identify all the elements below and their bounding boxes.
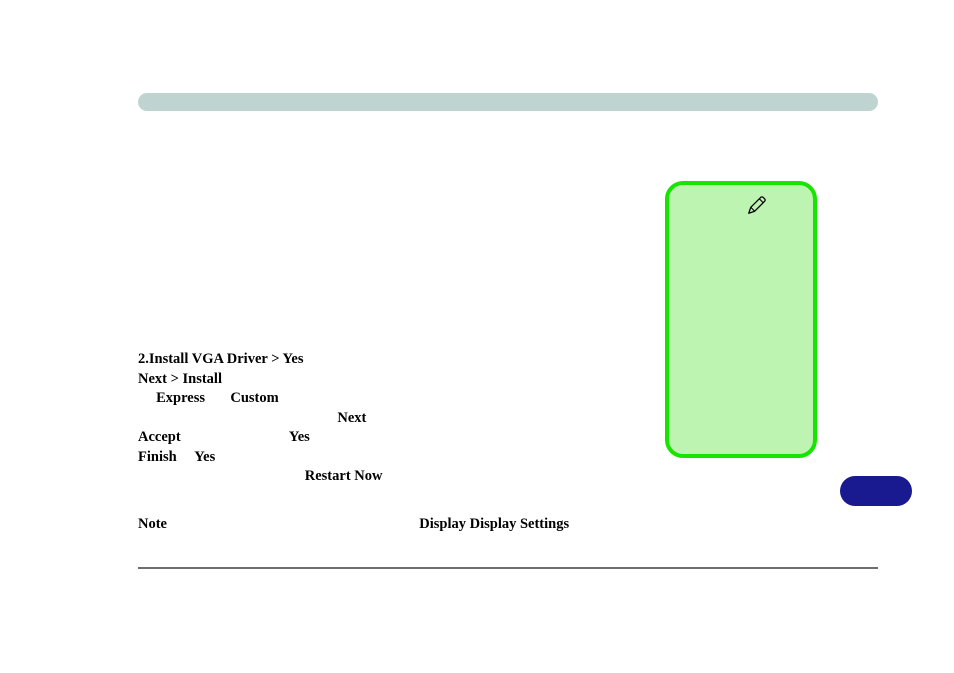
pen-icon (746, 194, 768, 216)
instruction-line-6: Finish Yes (138, 448, 638, 468)
instruction-line-1: 2.Install VGA Driver > Yes (138, 350, 638, 370)
page-number-badge (840, 476, 912, 506)
page: 2.Install VGA Driver > Yes Next > Instal… (0, 0, 954, 673)
instruction-line-5: Accept Yes (138, 428, 638, 448)
note-line: Note Display Display Settings (138, 516, 569, 533)
instruction-line-7: Restart Now (138, 467, 638, 487)
note-text: Display Display Settings (419, 516, 569, 532)
footer-divider (138, 567, 878, 569)
instruction-block: 2.Install VGA Driver > Yes Next > Instal… (138, 350, 638, 487)
header-bar (138, 93, 878, 111)
note-label: Note (138, 516, 167, 532)
instruction-line-2: Next > Install (138, 370, 638, 390)
note-callout-box (665, 181, 817, 458)
instruction-line-3: Express Custom (138, 389, 638, 409)
instruction-line-4: Next (138, 409, 638, 429)
